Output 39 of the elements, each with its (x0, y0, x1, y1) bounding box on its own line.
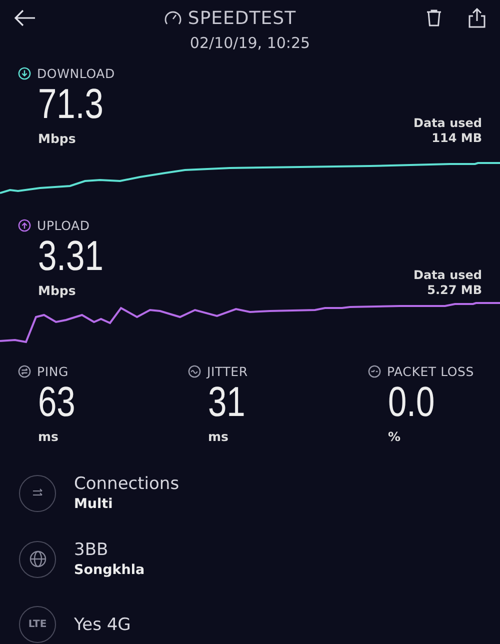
data-used-label: Data used (414, 268, 482, 283)
trash-icon (426, 9, 442, 27)
metric-unit: % (388, 429, 402, 444)
metric-value: 0.0 (388, 379, 436, 425)
network-type-badge: LTE (19, 606, 56, 643)
info-title: 3BB (74, 540, 110, 560)
connections-icon (19, 474, 56, 512)
info-title: Yes 4G (74, 614, 131, 634)
speed-unit: Mbps (38, 283, 77, 298)
metric-unit: ms (208, 429, 230, 444)
speed-value: 71.3 (38, 81, 104, 127)
speed-value: 3.31 (38, 233, 104, 279)
globe-icon (19, 540, 56, 578)
metric-unit: ms (38, 429, 60, 444)
data-used-value: 5.27 MB (426, 283, 482, 298)
test-date: 02/10/19, 10:25 (188, 34, 312, 52)
metric-value: 63 (38, 379, 76, 425)
info-title: Connections (74, 474, 180, 494)
data-used-label: Data used (414, 116, 482, 131)
speed-label: UPLOAD (37, 218, 90, 233)
data-used-value: 114 MB (430, 131, 482, 146)
gauge-icon (164, 10, 182, 26)
speed-unit: Mbps (38, 131, 77, 146)
share-button[interactable] (466, 6, 488, 30)
download-icon (18, 67, 31, 80)
info-detail: Songkhla (74, 562, 145, 578)
share-icon (468, 8, 486, 28)
ping-icon (18, 365, 31, 378)
app-title: SPEEDTEST (188, 8, 296, 28)
metric-value: 31 (208, 379, 246, 425)
packet-loss-icon (368, 365, 381, 378)
metric-label: PING (37, 364, 68, 379)
upload-icon (18, 219, 31, 232)
info-detail: Multi (74, 496, 114, 512)
metric-label: JITTER (207, 364, 248, 379)
back-arrow-icon (14, 9, 36, 27)
wave-icon (188, 365, 201, 378)
speed-label: DOWNLOAD (37, 66, 115, 81)
metric-label: PACKET LOSS (387, 364, 474, 379)
